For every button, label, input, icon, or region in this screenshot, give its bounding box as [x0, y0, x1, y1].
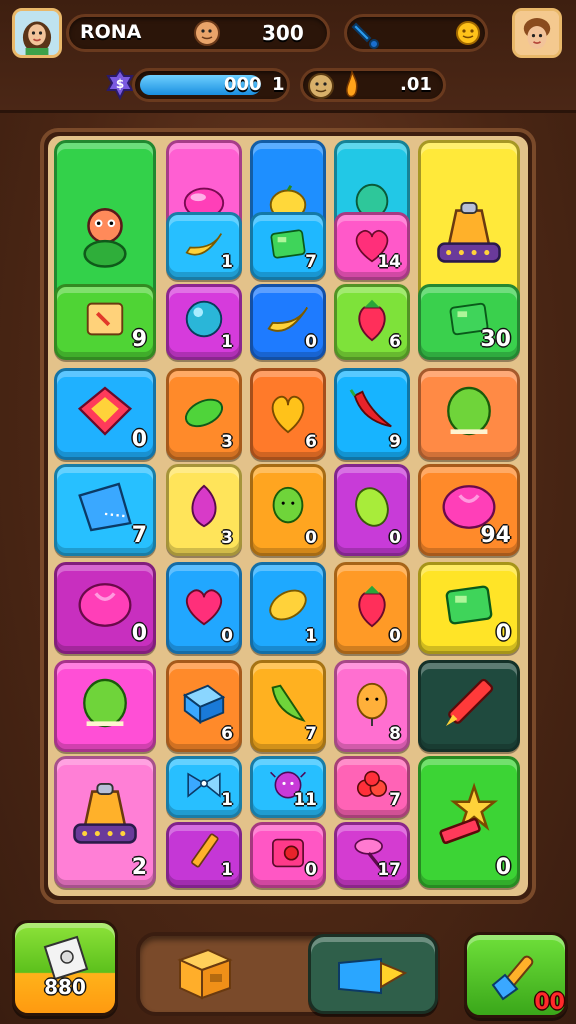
blue-pin-icon — [351, 22, 379, 49]
game-tile[interactable]: 0 — [54, 368, 156, 460]
tile-count-badge: 3 — [221, 528, 233, 548]
tile-count-badge: 0 — [389, 626, 401, 646]
crate-icon[interactable] — [172, 942, 238, 1004]
game-tile[interactable]: 1 — [250, 562, 326, 654]
game-tile[interactable]: 1 — [166, 756, 242, 818]
game-tile[interactable]: 0 — [418, 562, 520, 654]
tile-count-badge: 1 — [221, 790, 233, 810]
flame-icon — [346, 70, 358, 98]
girl-avatar-icon — [15, 11, 59, 55]
game-tile[interactable]: 3 — [166, 464, 242, 556]
tile-count-badge: 0 — [305, 860, 317, 880]
game-tile[interactable]: 17 — [334, 822, 410, 888]
tile-count-badge: 0 — [389, 528, 401, 548]
game-tile[interactable]: 11 — [250, 756, 326, 818]
tile-count-badge: 6 — [305, 432, 317, 452]
game-tile[interactable]: 9 — [334, 368, 410, 460]
tile-count-badge: 30 — [480, 327, 511, 352]
booster-right-button[interactable]: 00 — [464, 932, 568, 1018]
game-tile[interactable]: 9 — [54, 284, 156, 360]
tile-count-badge: 1 — [305, 626, 317, 646]
game-tile[interactable] — [418, 660, 520, 752]
tile-count-badge: 0 — [495, 621, 511, 646]
secondary-value: .01 — [400, 74, 432, 95]
game-tile[interactable] — [418, 368, 520, 460]
tile-count-badge: 11 — [293, 790, 317, 810]
game-tile[interactable]: 3 — [166, 368, 242, 460]
tile-count-badge: 7 — [305, 724, 317, 744]
boy-avatar-icon — [515, 11, 559, 55]
game-tile[interactable]: 0 — [250, 284, 326, 360]
tile-count-badge: 1 — [221, 332, 233, 352]
tray-slot-button[interactable] — [308, 934, 438, 1014]
booster-right-label: 00 — [534, 990, 565, 1015]
tile-count-badge: 0 — [131, 427, 147, 452]
game-tile[interactable]: 0 — [334, 562, 410, 654]
game-tile[interactable] — [54, 660, 156, 752]
game-tile[interactable]: 8 — [334, 660, 410, 752]
game-tile[interactable]: 7 — [54, 464, 156, 556]
game-tile[interactable]: 0 — [250, 822, 326, 888]
tile-count-badge: 3 — [221, 432, 233, 452]
tile-count-badge: 1 — [221, 252, 233, 272]
game-tile[interactable]: 1 — [166, 284, 242, 360]
tile-count-badge: 0 — [495, 855, 511, 880]
tile-count-badge: 7 — [131, 523, 147, 548]
tile-count-badge: 0 — [131, 621, 147, 646]
tile-count-badge: 0 — [221, 626, 233, 646]
tile-count-badge: 0 — [305, 332, 317, 352]
tile-count-badge: 94 — [480, 523, 511, 548]
player-name: RONA — [80, 21, 142, 43]
energy-suffix: 1 — [272, 74, 285, 95]
game-tile[interactable]: 7 — [334, 756, 410, 818]
game-tile[interactable]: 0 — [166, 562, 242, 654]
game-tile[interactable]: 94 — [418, 464, 520, 556]
gold-gear-icon — [456, 21, 480, 45]
game-tile[interactable]: 7 — [250, 212, 326, 280]
game-tile[interactable]: 1 — [166, 212, 242, 280]
energy-value: 000 — [224, 74, 262, 95]
tile-count-badge: 7 — [305, 252, 317, 272]
game-tile[interactable]: 0 — [54, 562, 156, 654]
game-tile[interactable]: 2 — [54, 756, 156, 888]
score-value: 300 — [262, 21, 304, 45]
tile-count-badge: 8 — [389, 724, 401, 744]
game-tile[interactable]: 30 — [418, 284, 520, 360]
tile-count-badge: 6 — [389, 332, 401, 352]
friend-avatar[interactable] — [512, 8, 562, 58]
tile-count-badge: 14 — [377, 252, 401, 272]
tile-count-badge: 2 — [131, 855, 147, 880]
tile-count-badge: 17 — [377, 860, 401, 880]
booster-left-button[interactable]: 880 — [12, 920, 118, 1016]
tile-count-badge: 9 — [389, 432, 401, 452]
game-tile[interactable]: 0 — [418, 756, 520, 888]
game-tile[interactable]: 7 — [250, 660, 326, 752]
tile-count-badge: 7 — [389, 790, 401, 810]
face-icon — [194, 20, 220, 46]
game-tile[interactable]: 0 — [250, 464, 326, 556]
tile-count-badge: 1 — [221, 860, 233, 880]
game-tile[interactable]: 1 — [166, 822, 242, 888]
player-avatar[interactable] — [12, 8, 62, 58]
game-tile[interactable]: 14 — [334, 212, 410, 280]
game-tile[interactable]: 0 — [334, 464, 410, 556]
tile-count-badge: 9 — [131, 327, 147, 352]
game-tile[interactable]: 6 — [166, 660, 242, 752]
game-tile[interactable]: 6 — [334, 284, 410, 360]
booster-left-label: 880 — [44, 975, 86, 999]
tile-count-badge: 0 — [305, 528, 317, 548]
sack-face-icon — [308, 73, 334, 99]
svg-text:$: $ — [116, 77, 124, 91]
blue-pouch-icon — [338, 957, 408, 995]
tile-count-badge: 6 — [221, 724, 233, 744]
game-tile[interactable]: 6 — [250, 368, 326, 460]
